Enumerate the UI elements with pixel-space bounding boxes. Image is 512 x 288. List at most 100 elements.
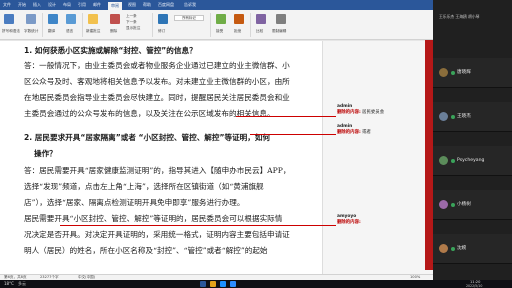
avatar — [439, 112, 448, 121]
comment-text: 或者 — [362, 130, 371, 135]
q2-heading: 2. 居民要求开具“居家隔离”或者 “小区封控、管控、解控”等证明，如何 — [24, 133, 271, 142]
tab-layout[interactable]: 布局 — [63, 1, 71, 8]
tab-view[interactable]: 视图 — [128, 1, 136, 8]
language-label: 语言 — [66, 29, 74, 33]
translate-label: 翻译 — [48, 29, 56, 33]
participant-name: 沈婉 — [457, 246, 467, 251]
next-comment-button[interactable]: 下一条 — [126, 20, 137, 25]
mic-icon — [451, 203, 455, 207]
tab-tell-me[interactable]: 告诉我 — [184, 1, 196, 8]
q2-line-6: 明人（居民）的姓名，所在小区名称及“封控”、“管控”或者“解控”的起始 — [24, 246, 268, 255]
comment-deleted-label: 删除的内容: — [337, 220, 361, 225]
tab-mailings[interactable]: 邮件 — [93, 1, 101, 8]
markup-dropdown[interactable]: 所有标记 — [174, 15, 204, 21]
word-count-icon[interactable] — [26, 14, 36, 24]
compare-label: 比较 — [256, 29, 264, 33]
reject-icon[interactable] — [234, 14, 244, 24]
call-header: 王乐乐杰 王海鸥 胡小琴 — [439, 14, 480, 19]
tab-help[interactable]: 帮助 — [143, 1, 151, 8]
meeting-taskbar-icon[interactable] — [230, 281, 236, 287]
avatar — [439, 68, 448, 77]
folder-taskbar-icon[interactable] — [210, 281, 216, 287]
new-comment-icon[interactable] — [88, 14, 98, 24]
delete-comment-label: 删除 — [110, 29, 118, 33]
q2-line-5: 况决定是否开具。对决定开具证明的，采用统一格式，证明内容主要包括申请证 — [24, 230, 290, 239]
participant-name: 小杨树 — [457, 202, 471, 207]
tab-baidu-netdisk[interactable]: 百度网盘 — [158, 1, 174, 8]
participant-tile[interactable]: 王晓杰 — [433, 102, 512, 132]
tab-references[interactable]: 引用 — [78, 1, 86, 8]
delete-comment-icon[interactable] — [110, 14, 120, 24]
comment-deleted-label: 删除的内容: — [337, 110, 361, 115]
participant-tile[interactable]: 唐晓辉 — [433, 58, 512, 88]
tab-design[interactable]: 设计 — [48, 1, 56, 8]
q1-line-1: 答：一般情况下，由业主委员会或者物业服务企业通过已建立的业主微信群、小 — [24, 61, 290, 70]
recording-border — [425, 40, 433, 270]
participant-tile[interactable]: Psycheyang — [433, 146, 512, 176]
comment-balloon[interactable]: admin 删除的内容: 或者 — [337, 124, 429, 136]
q2-line-2: 选择“发现”频道，点击左上角“上海”，选择所在区镇街道（如“黄浦旗舰 — [24, 182, 264, 191]
restrict-editing-label: 限制编辑 — [272, 29, 287, 33]
avatar — [439, 244, 448, 253]
ribbon-separator — [210, 13, 211, 37]
browser-taskbar-icon[interactable] — [220, 281, 226, 287]
tab-review[interactable]: 审阅 — [108, 2, 122, 10]
compare-icon[interactable] — [256, 14, 266, 24]
comment-connector — [236, 116, 336, 117]
spelling-icon[interactable] — [4, 14, 14, 24]
q2-line-1: 答：居民需要开具“居家健康监测证明”的，指导其进入【随申办市民云】APP， — [24, 166, 291, 175]
comment-connector — [250, 134, 336, 135]
track-changes-icon[interactable] — [158, 14, 168, 24]
track-changes-label: 修订 — [158, 29, 166, 33]
comment-balloon[interactable]: admin 删除的内容: 居民委员会 — [337, 104, 429, 116]
mic-icon — [451, 71, 455, 75]
avatar — [439, 156, 448, 165]
comment-margin — [322, 41, 433, 274]
clock-date[interactable]: 2022/5/10 — [466, 284, 482, 288]
ribbon-separator — [82, 13, 83, 37]
word-taskbar-icon[interactable] — [200, 281, 206, 287]
reject-label: 拒绝 — [234, 29, 242, 33]
taskbar: 18°C 多云 11:20 2022/5/10 — [0, 280, 512, 288]
tab-home[interactable]: 开始 — [18, 1, 26, 8]
tab-insert[interactable]: 插入 — [33, 1, 41, 8]
accept-icon[interactable] — [216, 14, 226, 24]
comment-connector — [60, 225, 336, 226]
participant-name: Psycheyang — [457, 158, 485, 163]
q1-line-4: 主委员会通过的公众号发布的信息，以及关注在公示区域发布的相关信息。 — [24, 109, 275, 118]
participant-name: 王晓杰 — [457, 114, 471, 119]
tab-file[interactable]: 文件 — [3, 1, 11, 8]
mic-icon — [451, 115, 455, 119]
spelling-label: 拼写和语法 — [2, 29, 20, 33]
avatar — [439, 200, 448, 209]
weather-desc: 多云 — [18, 281, 26, 286]
ribbon-separator — [42, 13, 43, 37]
ribbon-tab-bar: 文件 开始 插入 设计 布局 引用 邮件 审阅 视图 帮助 百度网盘 告诉我 — [0, 0, 433, 10]
q2-line-3: 店”），选择“居家、隔离点检测证明开具免申即享”服务进行办理。 — [24, 198, 245, 207]
new-comment-label: 新建批注 — [86, 29, 101, 33]
comment-balloon[interactable]: amyoyo 删除的内容: — [337, 214, 429, 226]
word-count-label: 字数统计 — [24, 29, 39, 33]
q1-line-2: 区公众号及时、客观地将相关信息予以发布。对未建立业主微信群的小区，由所 — [24, 77, 290, 86]
previous-comment-button[interactable]: 上一条 — [126, 14, 137, 19]
weather-temp[interactable]: 18°C — [4, 281, 14, 287]
word-window: 文件 开始 插入 设计 布局 引用 邮件 审阅 视图 帮助 百度网盘 告诉我 拼… — [0, 0, 433, 280]
comment-text: 居民委员会 — [362, 110, 385, 115]
mic-icon — [451, 159, 455, 163]
language-icon[interactable] — [66, 14, 76, 24]
restrict-editing-icon[interactable] — [276, 14, 286, 24]
q1-line-3: 在地居民委员会指导业主委员会尽快建立。同时，提醒居民关注居民委员会和业 — [24, 93, 290, 102]
q2-heading-cont: 操作？ — [34, 149, 57, 158]
mic-icon — [451, 247, 455, 251]
show-comments-button[interactable]: 显示批注 — [126, 26, 140, 31]
q1-heading: 1. 如何获悉小区实施或解除“封控、管控”的信息？ — [24, 46, 197, 55]
participant-name: 唐晓辉 — [457, 70, 471, 75]
participant-tile[interactable]: 沈婉 — [433, 234, 512, 264]
accept-label: 接受 — [216, 29, 224, 33]
ribbon-separator — [152, 13, 153, 37]
participant-tile[interactable]: 小杨树 — [433, 190, 512, 220]
ribbon-separator — [250, 13, 251, 37]
ribbon-toolbar: 拼写和语法 字数统计 翻译 语言 新建批注 删除 上一条 下一条 显示批注 修订… — [0, 10, 433, 40]
document-page[interactable]: 1. 如何获悉小区实施或解除“封控、管控”的信息？ 答：一般情况下，由业主委员会… — [0, 41, 322, 274]
translate-icon[interactable] — [48, 14, 58, 24]
